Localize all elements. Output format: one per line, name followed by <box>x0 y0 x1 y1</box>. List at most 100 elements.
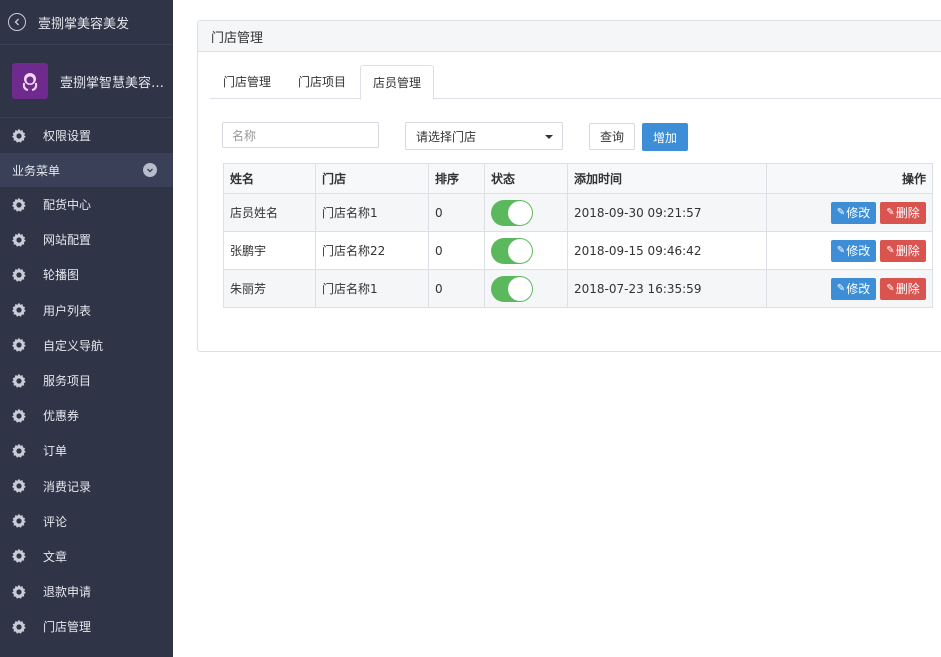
edit-button[interactable]: ✎ 修改 <box>831 277 876 300</box>
tab-staff-management[interactable]: 店员管理 <box>360 65 435 100</box>
sidebar-item-label: 权限设置 <box>43 129 92 143</box>
col-status: 状态 <box>484 163 568 194</box>
gear-icon <box>10 301 28 319</box>
add-button[interactable]: 增加 <box>642 123 688 151</box>
gear-icon <box>10 512 28 530</box>
gear-icon <box>10 266 28 284</box>
delete-icon: ✎ <box>886 283 895 294</box>
sidebar-item-label: 优惠券 <box>43 409 80 424</box>
gear-icon <box>10 407 28 425</box>
sidebar-item-label: 消费记录 <box>43 479 92 494</box>
sidebar-item-label: 评论 <box>43 514 68 529</box>
sidebar-item[interactable]: 门店管理 <box>0 609 173 644</box>
cell-status <box>484 193 568 232</box>
sidebar-item[interactable]: 消费记录 <box>0 469 173 504</box>
cell-sort: 0 <box>428 193 485 232</box>
sidebar-item[interactable]: 网站配置 <box>0 222 173 257</box>
sidebar-item[interactable]: 自定义导航 <box>0 328 173 363</box>
cell-name: 店员姓名 <box>223 193 316 232</box>
sidebar-item-label: 用户列表 <box>43 303 92 318</box>
col-store: 门店 <box>315 163 429 194</box>
sidebar: 壹捌掌美容美发 壹捌掌智慧美容美发 权限设置 业务菜单 配货中心网站配置轮播图用… <box>0 0 173 657</box>
col-added-time: 添加时间 <box>567 163 767 194</box>
tab-store-management[interactable]: 门店管理 <box>223 65 271 98</box>
sidebar-item[interactable]: 优惠券 <box>0 398 173 433</box>
sidebar-item[interactable]: 退款申请 <box>0 574 173 609</box>
brand-block: 壹捌掌智慧美容美发 <box>0 45 173 118</box>
cell-actions: ✎ 修改 ✎ 删除 <box>766 231 933 270</box>
table-row: 店员姓名 门店名称1 0 2018-09-30 09:21:57 ✎ 修改 ✎ 删除 <box>223 193 933 232</box>
cell-status <box>484 269 568 308</box>
sidebar-item[interactable]: 评论 <box>0 504 173 539</box>
name-search-input[interactable]: 名称 <box>222 122 379 148</box>
gear-icon <box>10 547 28 565</box>
edit-label: 修改 <box>846 282 871 296</box>
brand-logo <box>12 63 48 99</box>
delete-icon: ✎ <box>886 207 895 218</box>
delete-button[interactable]: ✎ 删除 <box>880 239 926 262</box>
cell-sort: 0 <box>428 231 485 270</box>
status-toggle[interactable] <box>491 237 533 264</box>
col-name: 姓名 <box>223 163 316 194</box>
cell-name: 张鹏宇 <box>223 231 316 270</box>
sidebar-item-permissions[interactable]: 权限设置 <box>0 118 173 153</box>
delete-label: 删除 <box>895 244 920 258</box>
edit-icon: ✎ <box>836 245 846 256</box>
cell-store: 门店名称22 <box>315 231 429 270</box>
gear-icon <box>10 442 28 460</box>
table-header-row: 姓名 门店 排序 状态 添加时间 操作 <box>223 163 933 194</box>
cell-actions: ✎ 修改 ✎ 删除 <box>766 269 933 308</box>
sidebar-item-label: 轮播图 <box>43 268 80 283</box>
cell-sort: 0 <box>428 269 485 308</box>
delete-button[interactable]: ✎ 删除 <box>880 201 926 224</box>
sidebar-item-label: 文章 <box>43 549 68 564</box>
sidebar-item[interactable]: 轮播图 <box>0 257 173 292</box>
table-row: 朱丽芳 门店名称1 0 2018-07-23 16:35:59 ✎ 修改 ✎ 删除 <box>223 269 933 308</box>
sidebar-item[interactable]: 用户列表 <box>0 293 173 328</box>
sidebar-item[interactable]: 配货中心 <box>0 187 173 222</box>
cell-name: 朱丽芳 <box>223 269 316 308</box>
delete-button[interactable]: ✎ 删除 <box>880 277 926 300</box>
back-icon[interactable] <box>8 13 26 31</box>
gear-icon <box>10 127 28 145</box>
staff-table: 姓名 门店 排序 状态 添加时间 操作 店员姓名 门店名称1 0 2018-09-30… <box>223 163 933 308</box>
sidebar-item-label: 服务项目 <box>43 374 92 389</box>
edit-button[interactable]: ✎ 修改 <box>831 201 876 224</box>
gear-icon <box>10 618 28 636</box>
caret-down-icon <box>545 135 553 139</box>
col-actions: 操作 <box>766 163 933 194</box>
app-title: 壹捌掌美容美发 <box>38 16 130 32</box>
cell-added-time: 2018-07-23 16:35:59 <box>567 269 767 308</box>
cell-store: 门店名称1 <box>315 269 429 308</box>
tab-bar: 门店管理 门店项目 店员管理 <box>210 65 941 100</box>
cell-status <box>484 231 568 270</box>
sidebar-item-label: 配货中心 <box>43 198 92 213</box>
sidebar-item[interactable]: 服务项目 <box>0 363 173 398</box>
edit-label: 修改 <box>846 206 871 220</box>
main-panel: 门店管理 门店管理 门店项目 店员管理 名称 请选择门店 查询 增加 姓名 门店… <box>197 20 941 352</box>
delete-label: 删除 <box>895 206 920 220</box>
sidebar-item-label: 退款申请 <box>43 585 92 600</box>
edit-icon: ✎ <box>836 207 846 218</box>
tab-store-projects[interactable]: 门店项目 <box>298 65 346 98</box>
store-select-value: 请选择门店 <box>416 129 477 144</box>
sidebar-item-label: 自定义导航 <box>43 338 104 353</box>
sidebar-header: 壹捌掌美容美发 <box>0 0 173 45</box>
store-select[interactable]: 请选择门店 <box>405 122 563 150</box>
status-toggle[interactable] <box>491 275 533 302</box>
toggle-knob <box>508 276 532 301</box>
cell-added-time: 2018-09-15 09:46:42 <box>567 231 767 270</box>
sidebar-item[interactable]: 文章 <box>0 539 173 574</box>
table-row: 张鹏宇 门店名称22 0 2018-09-15 09:46:42 ✎ 修改 ✎ 删除 <box>223 231 933 270</box>
gear-icon <box>10 372 28 390</box>
toggle-knob <box>508 238 532 263</box>
sidebar-group-business[interactable]: 业务菜单 <box>0 153 173 187</box>
query-button[interactable]: 查询 <box>589 123 635 150</box>
status-toggle[interactable] <box>491 199 533 226</box>
edit-label: 修改 <box>846 244 871 258</box>
sidebar-item[interactable]: 订单 <box>0 433 173 468</box>
gear-icon <box>10 336 28 354</box>
sidebar-item-label: 门店管理 <box>43 620 92 635</box>
panel-title: 门店管理 <box>198 21 941 52</box>
edit-button[interactable]: ✎ 修改 <box>831 239 876 262</box>
